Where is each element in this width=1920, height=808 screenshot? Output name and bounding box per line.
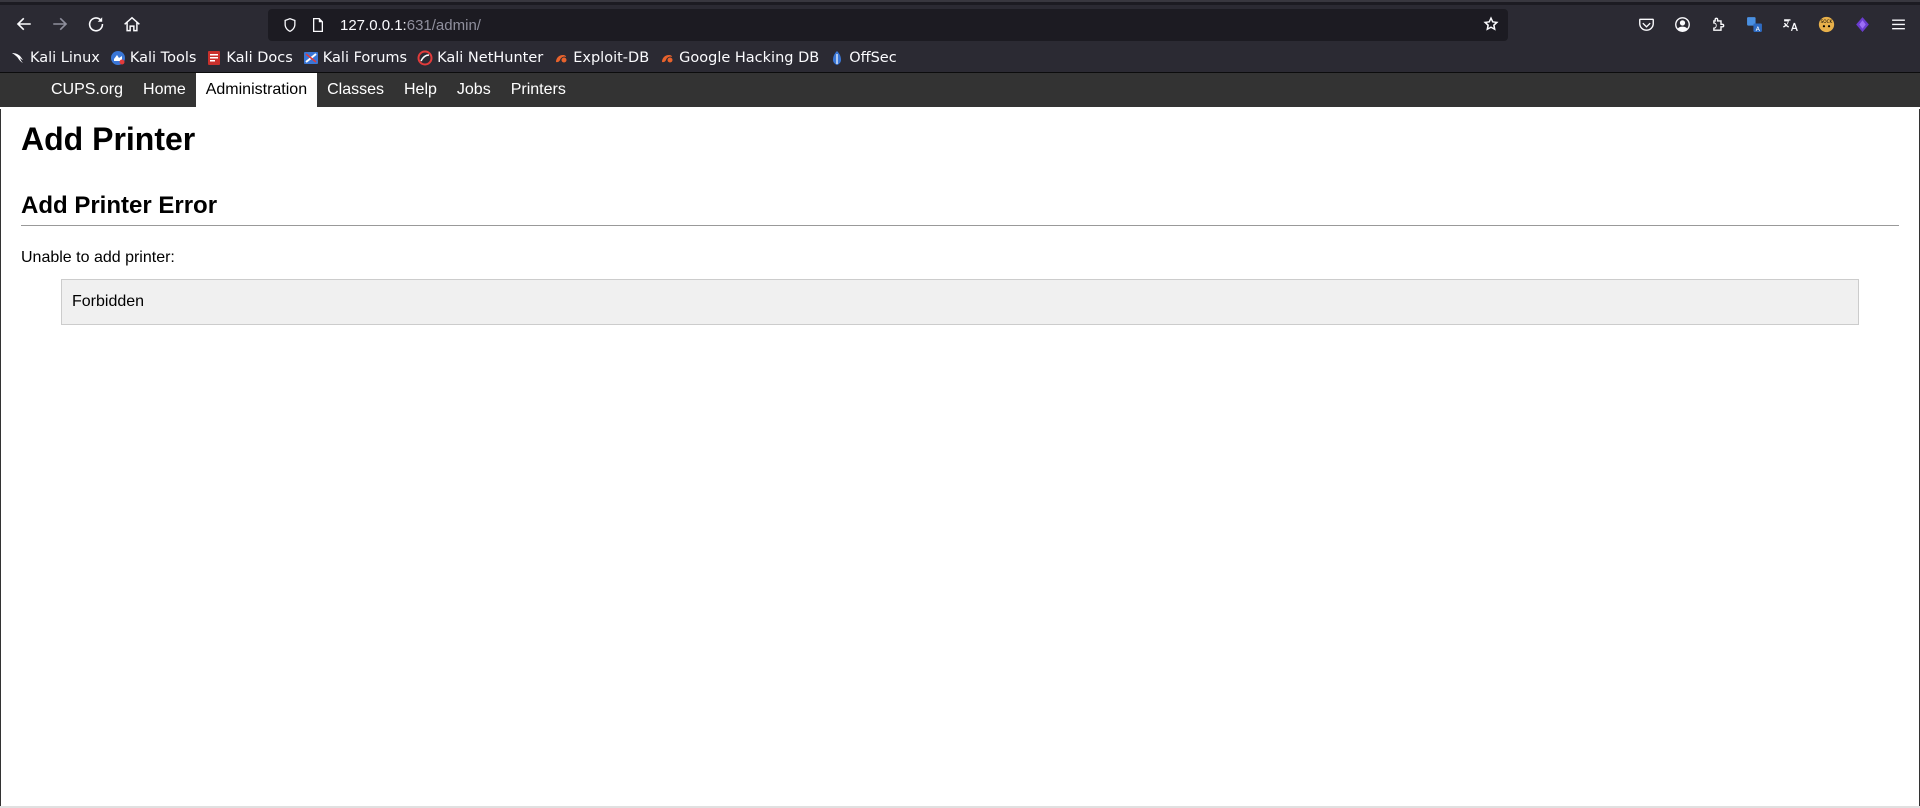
page-left-border [0, 109, 1, 808]
toolbar-right-icons: A SOCK [1628, 8, 1920, 40]
sock-extension-icon: SOCK [1818, 16, 1834, 32]
page-title: Add Printer [21, 121, 196, 157]
reload-button[interactable] [78, 8, 114, 40]
bookmark-label: Kali Linux [30, 49, 100, 66]
hamburger-menu-icon [1891, 19, 1905, 29]
tab-highlight [0, 0, 1920, 2]
pocket-button[interactable] [1628, 8, 1664, 40]
bookmark-kali-tools[interactable]: Kali Tools [110, 46, 197, 70]
nav-printers[interactable]: Printers [501, 73, 576, 107]
nav-administration[interactable]: Administration [195, 73, 318, 107]
page-info-icon[interactable] [304, 17, 332, 33]
bookmarks-toolbar: Kali Linux Kali Tools Kali Docs Kali For… [0, 43, 1920, 73]
bookmark-kali-nethunter[interactable]: Kali NetHunter [417, 46, 543, 70]
back-button[interactable] [6, 8, 42, 40]
bookmark-label: OffSec [849, 49, 897, 66]
kali-forums-icon [303, 50, 319, 66]
offsec-icon [829, 50, 845, 66]
error-detail-box: Forbidden [61, 279, 1859, 325]
bookmark-google-hacking-db[interactable]: Google Hacking DB [659, 46, 819, 70]
extension-sock-button[interactable]: SOCK [1808, 8, 1844, 40]
bookmark-kali-docs[interactable]: Kali Docs [206, 46, 293, 70]
address-bar[interactable]: 127.0.0.1:631/admin/ [268, 9, 1508, 41]
ghdb-icon [659, 50, 675, 66]
puzzle-icon [1712, 17, 1724, 31]
bookmark-label: Kali Tools [129, 49, 197, 66]
bookmark-exploit-db[interactable]: Exploit-DB [553, 46, 649, 70]
forward-button[interactable] [42, 8, 78, 40]
cups-navigation: CUPS.org Home Administration Classes Hel… [0, 73, 1920, 107]
svg-text:SOCK: SOCK [1820, 18, 1832, 24]
kali-docs-icon [206, 50, 222, 66]
section-title: Add Printer Error [21, 189, 1899, 226]
url-host: 127.0.0.1: [340, 16, 407, 34]
back-arrow-icon [16, 17, 31, 31]
error-detail-text: Forbidden [72, 293, 145, 310]
navigation-toolbar: 127.0.0.1:631/admin/ A SOCK [0, 5, 1920, 43]
bookmark-label: Exploit-DB [573, 49, 650, 66]
nav-classes[interactable]: Classes [317, 73, 394, 107]
bookmark-label: Kali Docs [226, 49, 293, 66]
home-icon [124, 16, 140, 32]
kali-dragon-icon [10, 50, 26, 66]
bookmark-label: Kali NetHunter [437, 49, 544, 66]
forward-arrow-icon [53, 17, 68, 31]
extension-purple-button[interactable] [1844, 8, 1880, 40]
url-path: 631/admin/ [406, 16, 481, 34]
page-content: Add Printer Add Printer Error Unable to … [0, 107, 1920, 325]
nav-cups-org[interactable]: CUPS.org [42, 73, 133, 107]
tracking-shield-icon[interactable] [276, 17, 304, 33]
app-menu-button[interactable] [1880, 8, 1916, 40]
nav-home[interactable]: Home [133, 73, 196, 107]
url-text[interactable]: 127.0.0.1:631/admin/ [340, 17, 481, 34]
purple-diamond-extension-icon [1855, 16, 1869, 32]
nav-jobs[interactable]: Jobs [447, 73, 501, 107]
translate-button[interactable] [1772, 8, 1808, 40]
reload-icon [88, 17, 104, 32]
svg-text:A: A [1755, 24, 1760, 32]
bookmark-offsec[interactable]: OffSec [829, 46, 897, 70]
bookmark-kali-linux[interactable]: Kali Linux [10, 46, 100, 70]
account-button[interactable] [1664, 8, 1700, 40]
pocket-icon [1638, 18, 1654, 31]
translate-icon [1782, 18, 1798, 31]
home-button[interactable] [114, 8, 150, 40]
exploit-db-icon [553, 50, 569, 66]
bookmark-label: Google Hacking DB [679, 49, 820, 66]
bookmark-star-icon[interactable] [1482, 15, 1500, 37]
error-message: Unable to add printer: [21, 249, 175, 266]
bookmark-label: Kali Forums [322, 49, 408, 66]
kali-tools-icon [110, 50, 126, 66]
translate-extension-icon: A [1746, 16, 1762, 32]
nethunter-icon [417, 50, 433, 66]
account-icon [1674, 16, 1690, 32]
nav-help[interactable]: Help [394, 73, 447, 107]
bookmark-kali-forums[interactable]: Kali Forums [303, 46, 407, 70]
extensions-button[interactable] [1700, 8, 1736, 40]
extension-translate-button[interactable]: A [1736, 8, 1772, 40]
